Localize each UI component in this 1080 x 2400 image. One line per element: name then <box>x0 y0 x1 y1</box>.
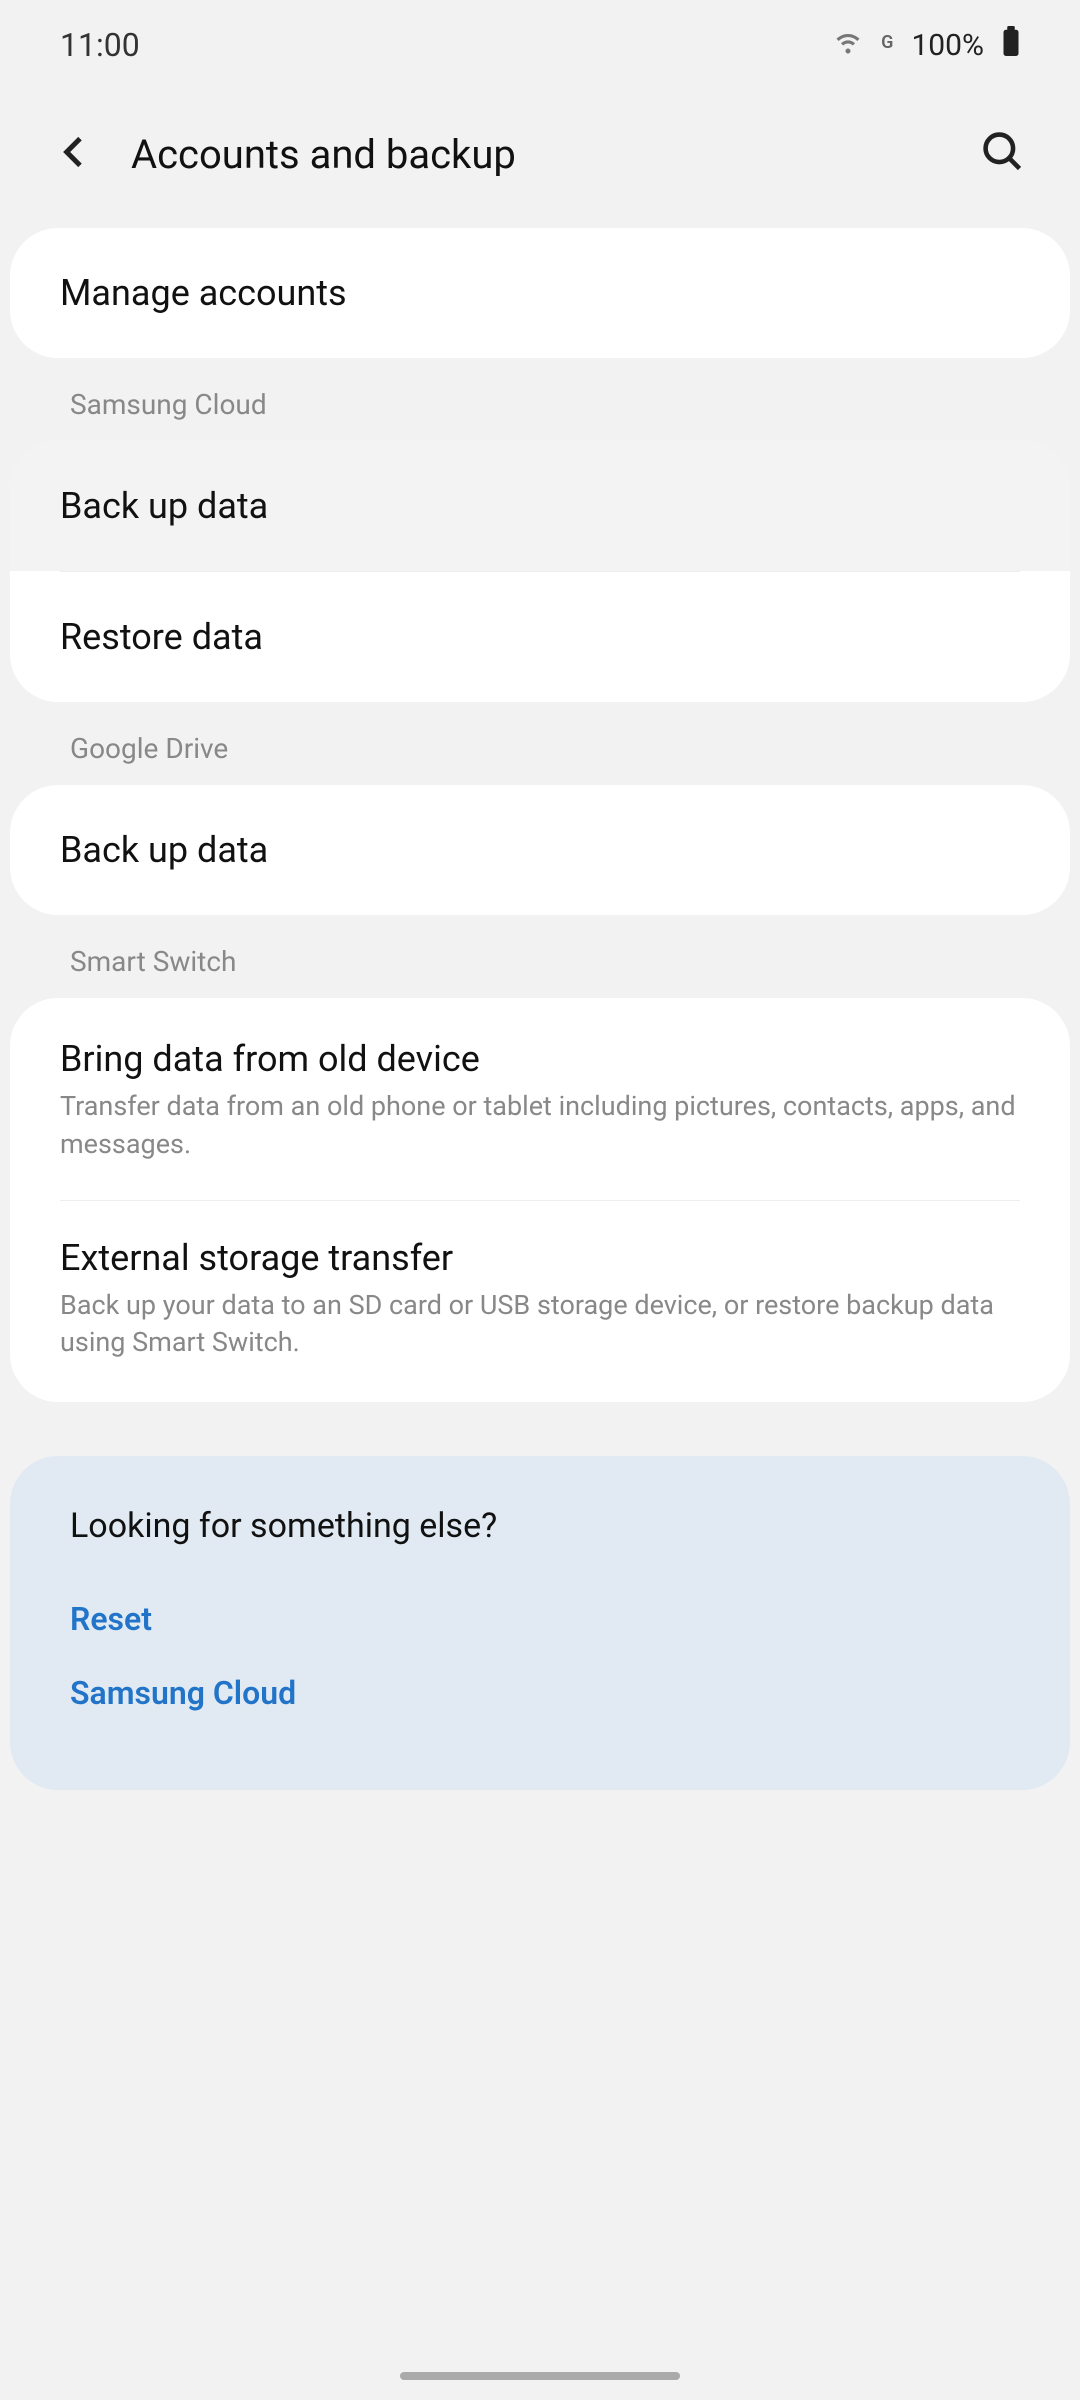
network-indicator: G <box>881 32 893 53</box>
item-title: Back up data <box>60 829 1020 871</box>
search-button[interactable] <box>981 130 1025 178</box>
manage-accounts-card: Manage accounts <box>10 228 1070 358</box>
item-title: Manage accounts <box>60 272 1020 314</box>
app-bar: Accounts and backup <box>0 90 1080 228</box>
section-header-smart-switch: Smart Switch <box>10 915 1070 998</box>
item-title: Back up data <box>60 485 1020 527</box>
wifi-icon <box>833 26 863 64</box>
page-title: Accounts and backup <box>131 131 945 178</box>
gesture-bar[interactable] <box>400 2372 680 2380</box>
samsung-cloud-link[interactable]: Samsung Cloud <box>70 1656 1010 1730</box>
google-drive-card: Back up data <box>10 785 1070 915</box>
smart-switch-card: Bring data from old device Transfer data… <box>10 998 1070 1402</box>
section-header-google-drive: Google Drive <box>10 702 1070 785</box>
item-subtitle: Transfer data from an old phone or table… <box>60 1088 1020 1164</box>
restore-data-item[interactable]: Restore data <box>10 572 1070 702</box>
back-button[interactable] <box>55 132 95 176</box>
manage-accounts-item[interactable]: Manage accounts <box>10 228 1070 358</box>
battery-text: 100% <box>911 28 984 63</box>
item-title: External storage transfer <box>60 1237 1020 1279</box>
bring-data-item[interactable]: Bring data from old device Transfer data… <box>10 998 1070 1200</box>
related-title: Looking for something else? <box>70 1506 1010 1546</box>
back-up-data-samsung-item[interactable]: Back up data <box>10 441 1070 571</box>
item-subtitle: Back up your data to an SD card or USB s… <box>60 1287 1020 1363</box>
battery-icon <box>1002 26 1020 64</box>
section-header-samsung-cloud: Samsung Cloud <box>10 358 1070 441</box>
reset-link[interactable]: Reset <box>70 1582 1010 1656</box>
back-up-data-google-item[interactable]: Back up data <box>10 785 1070 915</box>
samsung-cloud-card: Back up data Restore data <box>10 441 1070 702</box>
status-bar: 11:00 G 100% <box>0 0 1080 90</box>
item-title: Restore data <box>60 616 1020 658</box>
related-card: Looking for something else? Reset Samsun… <box>10 1456 1070 1790</box>
item-title: Bring data from old device <box>60 1038 1020 1080</box>
status-time: 11:00 <box>60 26 140 64</box>
external-storage-item[interactable]: External storage transfer Back up your d… <box>10 1201 1070 1403</box>
